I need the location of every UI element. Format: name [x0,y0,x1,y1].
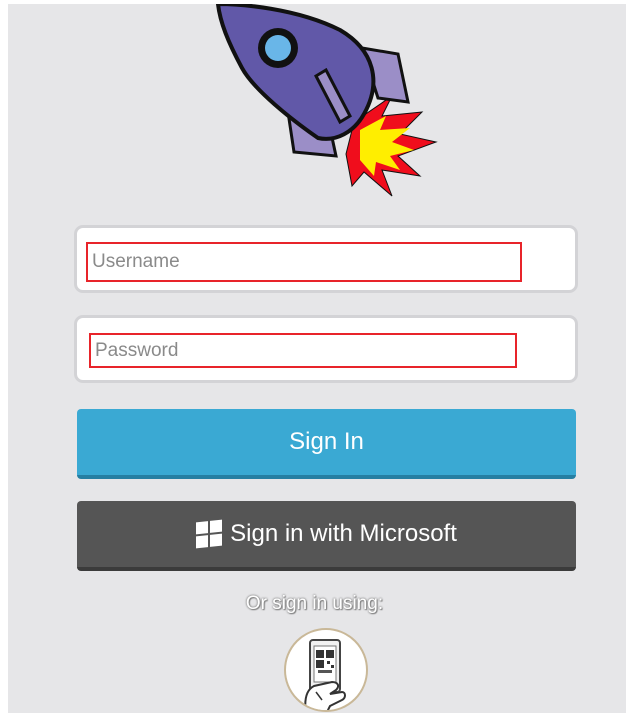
username-input[interactable] [86,242,522,282]
rocket-icon [215,4,438,197]
sign-in-button[interactable]: Sign In [77,409,576,479]
qr-signin-button[interactable] [284,628,368,712]
sign-in-microsoft-button[interactable]: Sign in with Microsoft [77,501,576,571]
password-input[interactable] [89,333,517,368]
sign-in-label: Sign In [289,428,364,455]
qr-phone-icon [304,639,346,710]
windows-logo-icon [196,519,223,549]
username-container [74,225,578,293]
sign-in-microsoft-label: Sign in with Microsoft [230,520,457,547]
alt-signin-text: Or sign in using: [245,593,384,614]
password-container [74,315,578,383]
